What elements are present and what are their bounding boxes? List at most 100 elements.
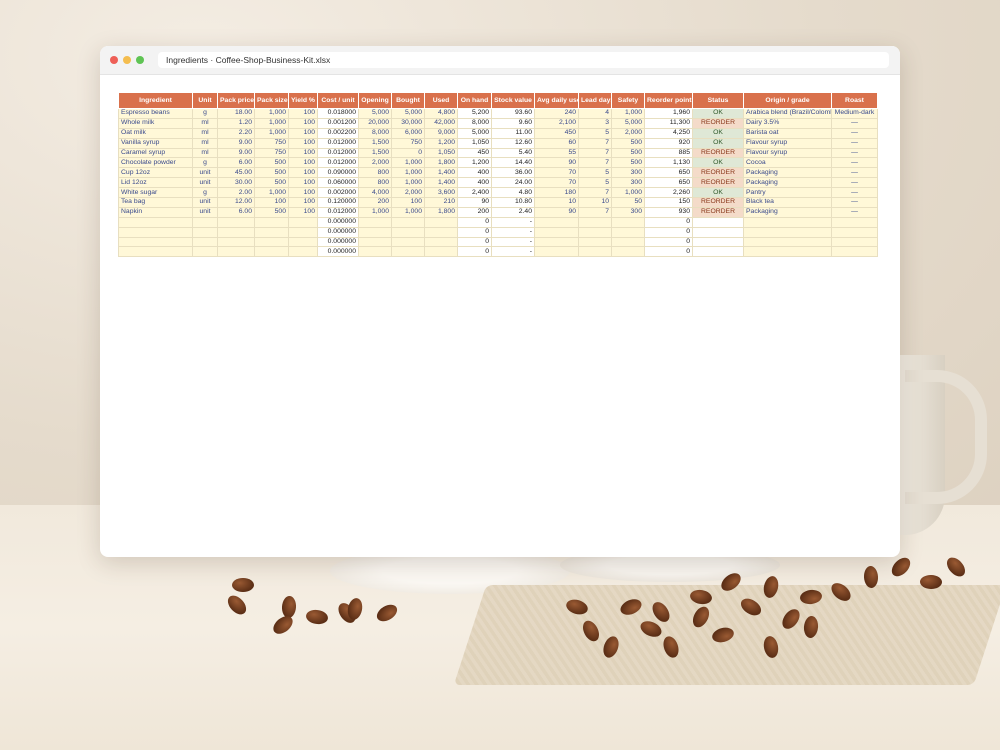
table-cell[interactable]: 0	[644, 246, 693, 258]
table-cell[interactable]: REORDER	[692, 167, 744, 179]
table-cell[interactable]	[391, 236, 425, 248]
table-cell[interactable]	[192, 236, 218, 248]
table-cell[interactable]: Packaging	[743, 206, 832, 218]
table-cell[interactable]: Oat milk	[118, 127, 193, 139]
table-cell[interactable]: OK	[692, 137, 744, 149]
table-cell[interactable]	[692, 216, 744, 228]
table-cell[interactable]	[358, 236, 392, 248]
column-header[interactable]: Ingredient	[118, 92, 193, 109]
table-cell[interactable]: 7	[578, 147, 612, 159]
table-cell[interactable]	[254, 236, 289, 248]
table-cell[interactable]: 1,500	[358, 147, 392, 159]
table-cell[interactable]: 9.00	[217, 147, 255, 159]
column-header[interactable]: Stock value	[491, 92, 535, 109]
table-cell[interactable]	[831, 236, 878, 248]
table-cell[interactable]: 30,000	[391, 117, 425, 129]
table-cell[interactable]: 0.120000	[317, 197, 359, 208]
table-cell[interactable]: 400	[457, 167, 492, 179]
table-cell[interactable]: g	[192, 108, 218, 119]
table-cell[interactable]: Cup 12oz	[118, 167, 193, 179]
table-cell[interactable]: 42,000	[424, 117, 458, 129]
table-cell[interactable]: 100	[288, 167, 318, 179]
table-cell[interactable]	[288, 246, 318, 258]
table-cell[interactable]	[743, 246, 832, 258]
column-header[interactable]: Pack price	[217, 92, 255, 109]
table-cell[interactable]: 2.20	[217, 127, 255, 139]
table-cell[interactable]: OK	[692, 108, 744, 119]
table-cell[interactable]: 1,000	[391, 157, 425, 169]
table-cell[interactable]	[391, 216, 425, 228]
table-cell[interactable]: 0.012000	[317, 147, 359, 159]
table-cell[interactable]: 750	[254, 137, 289, 149]
table-cell[interactable]: 1,960	[644, 108, 693, 119]
table-cell[interactable]: 2.40	[491, 206, 535, 218]
table-cell[interactable]	[192, 226, 218, 238]
table-cell[interactable]: 10.80	[491, 197, 535, 208]
table-cell[interactable]	[358, 226, 392, 238]
column-header[interactable]: Avg daily use	[534, 92, 579, 109]
table-cell[interactable]	[358, 246, 392, 258]
table-cell[interactable]: REORDER	[692, 206, 744, 218]
table-cell[interactable]: 12.00	[217, 197, 255, 208]
table-cell[interactable]	[118, 236, 193, 248]
table-cell[interactable]: Caramel syrup	[118, 147, 193, 159]
table-cell[interactable]: Vanilla syrup	[118, 137, 193, 149]
table-cell[interactable]: 2,400	[457, 187, 492, 199]
table-cell[interactable]: 210	[424, 197, 458, 208]
table-cell[interactable]	[831, 226, 878, 238]
table-cell[interactable]	[831, 246, 878, 258]
table-cell[interactable]: 24.00	[491, 177, 535, 189]
table-cell[interactable]: 1.20	[217, 117, 255, 129]
table-cell[interactable]	[534, 236, 579, 248]
table-cell[interactable]: unit	[192, 206, 218, 218]
table-cell[interactable]: 45.00	[217, 167, 255, 179]
table-cell[interactable]: ml	[192, 137, 218, 149]
table-cell[interactable]: REORDER	[692, 177, 744, 189]
table-cell[interactable]: 6.00	[217, 206, 255, 218]
table-cell[interactable]: 9.00	[217, 137, 255, 149]
table-cell[interactable]: 500	[254, 206, 289, 218]
table-cell[interactable]: 2,000	[611, 127, 645, 139]
table-cell[interactable]: 1,050	[424, 147, 458, 159]
table-cell[interactable]: 100	[288, 177, 318, 189]
table-cell[interactable]: 300	[611, 167, 645, 179]
table-cell[interactable]: 5,200	[457, 108, 492, 119]
table-cell[interactable]: 5,000	[358, 108, 392, 119]
table-cell[interactable]	[192, 216, 218, 228]
table-cell[interactable]: 3,600	[424, 187, 458, 199]
table-cell[interactable]: Flavour syrup	[743, 147, 832, 159]
table-cell[interactable]	[692, 236, 744, 248]
table-cell[interactable]: 0.002200	[317, 127, 359, 139]
table-cell[interactable]: —	[831, 187, 878, 199]
table-cell[interactable]: 0	[457, 246, 492, 258]
table-cell[interactable]: Cocoa	[743, 157, 832, 169]
table-cell[interactable]: 36.00	[491, 167, 535, 179]
table-cell[interactable]: Flavour syrup	[743, 137, 832, 149]
table-cell[interactable]	[578, 246, 612, 258]
table-cell[interactable]: 1,400	[424, 167, 458, 179]
table-cell[interactable]: 100	[288, 108, 318, 119]
table-cell[interactable]: 4,000	[358, 187, 392, 199]
table-cell[interactable]: Medium-dark	[831, 108, 878, 119]
table-cell[interactable]	[254, 226, 289, 238]
table-cell[interactable]: 0.090000	[317, 167, 359, 179]
table-cell[interactable]: 800	[358, 177, 392, 189]
table-cell[interactable]: -	[491, 226, 535, 238]
table-cell[interactable]: 400	[457, 177, 492, 189]
table-cell[interactable]: ml	[192, 117, 218, 129]
table-cell[interactable]	[743, 226, 832, 238]
table-cell[interactable]: 300	[611, 206, 645, 218]
table-cell[interactable]: 8,000	[457, 117, 492, 129]
table-cell[interactable]: 0.018000	[317, 108, 359, 119]
table-cell[interactable]: 1,000	[254, 127, 289, 139]
table-cell[interactable]: 450	[534, 127, 579, 139]
table-cell[interactable]	[611, 236, 645, 248]
table-cell[interactable]: ml	[192, 127, 218, 139]
table-cell[interactable]	[692, 246, 744, 258]
table-cell[interactable]: 1,400	[424, 177, 458, 189]
table-cell[interactable]: 8,000	[358, 127, 392, 139]
table-cell[interactable]: 0	[644, 226, 693, 238]
table-cell[interactable]: —	[831, 147, 878, 159]
table-cell[interactable]: —	[831, 117, 878, 129]
table-cell[interactable]: 100	[288, 206, 318, 218]
